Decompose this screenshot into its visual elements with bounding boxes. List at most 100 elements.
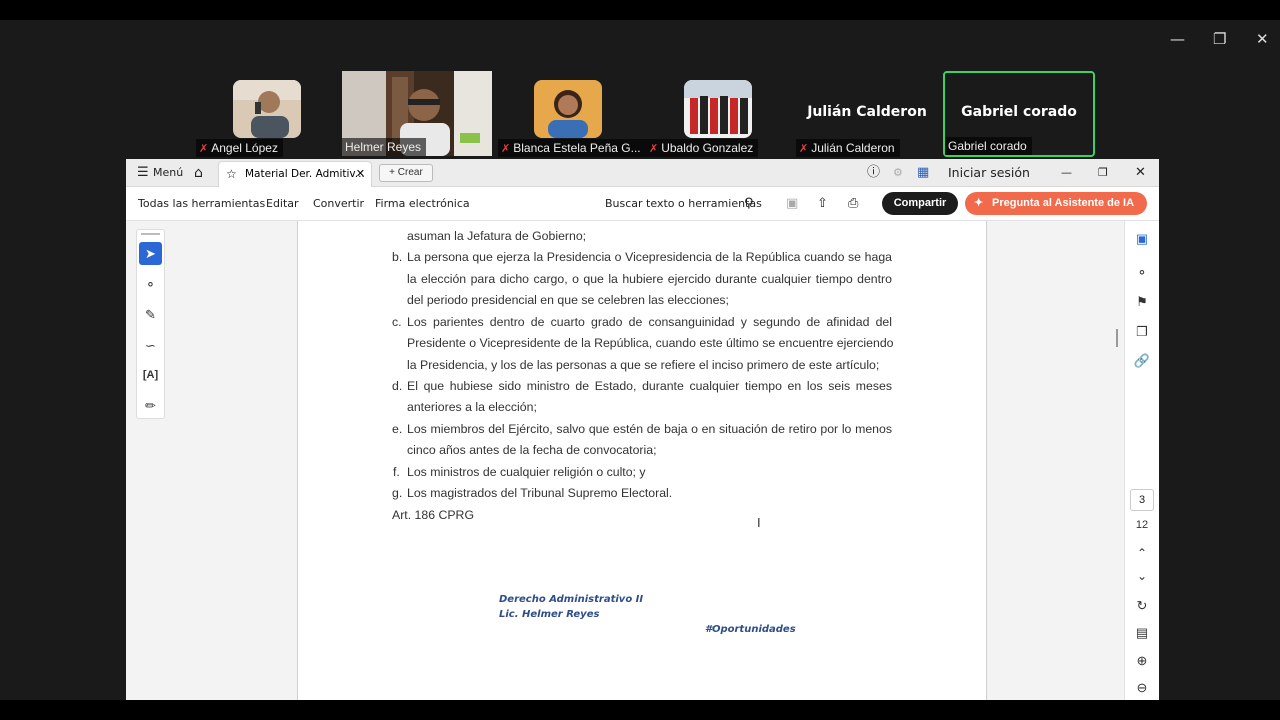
total-pages: 12 <box>1135 519 1149 531</box>
tab-document[interactable]: ☆ Material Der. Admitiv... ✕ <box>218 161 372 187</box>
footer-hashtag: #Oportunidades <box>705 624 796 635</box>
search-icon[interactable]: ⚲ <box>744 187 754 221</box>
ai-summary-icon[interactable]: ▣ <box>1125 231 1159 247</box>
zoom-out-icon[interactable]: ⊖ <box>1125 680 1159 696</box>
footer-course: Derecho Administrativo II <box>499 594 644 605</box>
participant-tile[interactable]: ✗ Ubaldo Gonzalez <box>646 71 764 157</box>
ai-assistant-button[interactable]: ✦ Pregunta al Asistente de IA <box>965 192 1147 215</box>
draw-freehand-icon[interactable]: ∽ <box>139 334 162 357</box>
participant-name: Blanca Estela Peña G... <box>513 141 641 155</box>
pages-thumbnails-icon[interactable]: ❐ <box>1125 324 1159 340</box>
avatar <box>684 80 752 138</box>
doc-line: la elección para dicho cargo, o que la h… <box>407 272 892 286</box>
panel-grip[interactable] <box>141 233 160 235</box>
participant-name: Angel López <box>211 141 278 155</box>
ai-chat-icon: ✦ <box>974 197 984 209</box>
hamburger-icon[interactable]: ☰ <box>137 159 149 187</box>
add-comment-icon[interactable]: ⚬ <box>139 273 162 296</box>
convert-button[interactable]: Convertir <box>313 187 364 221</box>
participant-tile[interactable]: Helmer Reyes <box>342 71 492 156</box>
avatar <box>233 80 301 138</box>
doc-line: asuman la Jefatura de Gobierno; <box>407 229 587 243</box>
participant-tile[interactable]: Julián Calderon ✗ Julián Calderon <box>796 71 938 157</box>
home-icon[interactable]: ⌂ <box>194 159 203 187</box>
bookmarks-icon[interactable]: ⚑ <box>1125 294 1159 310</box>
screen: — ❐ ✕ ✗ Angel López Helmer Reyes ✗ Blanca … <box>0 0 1280 720</box>
participant-name: Ubaldo Gonzalez <box>661 141 754 155</box>
list-marker: f. <box>393 465 400 479</box>
scrollbar-thumb[interactable] <box>1116 329 1118 347</box>
mic-muted-icon: ✗ <box>799 143 809 155</box>
tab-title: Material Der. Admitiv... <box>245 168 365 180</box>
doc-line: Los miembros del Ejército, salvo que est… <box>407 422 892 436</box>
signature-icon[interactable]: ✏ <box>139 394 162 417</box>
toolbar: Todas las herramientas Editar Convertir … <box>126 187 1159 221</box>
doc-line: El que hubiese sido ministro de Estado, … <box>407 379 892 393</box>
restore-icon[interactable]: ❐ <box>1213 30 1226 48</box>
quick-tools-panel: ➤ ⚬ ✎ ∽ [A] ✏ <box>136 229 165 419</box>
text-cursor-icon: I <box>757 515 761 530</box>
close-icon[interactable]: ✕ <box>1256 30 1269 48</box>
zoom-in-icon[interactable]: ⊕ <box>1125 653 1159 669</box>
participant-display-name: Julián Calderon <box>807 104 927 120</box>
list-marker: b. <box>392 250 403 264</box>
current-page-input[interactable]: 3 <box>1130 489 1154 511</box>
list-marker: c. <box>392 315 402 329</box>
share-button[interactable]: Compartir <box>882 192 958 215</box>
window-close-icon[interactable]: ✕ <box>1135 159 1146 187</box>
page-fit-icon[interactable]: ▤ <box>1125 625 1159 641</box>
list-marker: d. <box>392 379 403 393</box>
close-tab-icon[interactable]: ✕ <box>356 167 365 180</box>
mic-muted-icon: ✗ <box>501 143 511 155</box>
edit-button[interactable]: Editar <box>266 187 299 221</box>
participant-display-name: Gabriel corado <box>961 104 1077 120</box>
participant-tile[interactable]: ✗ Blanca Estela Peña G... <box>498 71 646 157</box>
window-minimize-icon[interactable]: — <box>1061 159 1072 187</box>
doc-line: La persona que ejerza la Presidencia o V… <box>407 250 892 264</box>
help-icon[interactable]: ⓘ <box>867 159 880 187</box>
avatar <box>534 80 602 138</box>
highlight-pen-icon[interactable]: ✎ <box>139 303 162 326</box>
mic-muted-icon: ✗ <box>199 143 209 155</box>
text-box-icon[interactable]: [A] <box>139 364 162 387</box>
print-icon[interactable]: ⎙ <box>848 187 858 221</box>
participant-name: Helmer Reyes <box>345 140 422 154</box>
doc-line: Los magistrados del Tribunal Supremo Ele… <box>407 486 673 500</box>
previous-page-icon[interactable]: ⌃ <box>1125 546 1159 560</box>
doc-line: anteriores a la elección; <box>407 400 537 414</box>
tab-bar: ☰ Menú ⌂ ☆ Material Der. Admitiv... ✕ + … <box>126 159 1159 187</box>
select-cursor-icon[interactable]: ➤ <box>139 242 162 265</box>
pdf-viewer-window: ☰ Menú ⌂ ☆ Material Der. Admitiv... ✕ + … <box>126 159 1159 700</box>
bell-icon[interactable]: ⚙ <box>893 159 903 187</box>
list-marker: g. <box>392 486 403 500</box>
menu-button[interactable]: Menú <box>153 159 183 187</box>
attachments-icon[interactable]: 🔗 <box>1125 353 1159 369</box>
right-side-panel: ▣ ⚬ ⚑ ❐ 🔗 3 12 ⌃ ⌄ ↻ ▤ ⊕ ⊖ <box>1124 221 1159 700</box>
all-tools-button[interactable]: Todas las herramientas <box>138 187 265 221</box>
star-icon[interactable]: ☆ <box>226 167 237 181</box>
apps-grid-icon[interactable]: ▦ <box>917 159 929 187</box>
next-page-icon[interactable]: ⌄ <box>1125 569 1159 583</box>
participant-tile-active[interactable]: Gabriel corado Gabriel corado <box>943 71 1095 157</box>
participant-tile[interactable]: ✗ Angel López <box>196 71 304 157</box>
doc-line: del periodo presidencial en que se celeb… <box>407 293 729 307</box>
esign-button[interactable]: Firma electrónica <box>375 187 470 221</box>
doc-line: cinco años antes de la fecha de convocat… <box>407 443 657 457</box>
sign-in-link[interactable]: Iniciar sesión <box>948 159 1030 187</box>
upload-icon[interactable]: ⇧ <box>817 187 828 221</box>
ai-assistant-label: Pregunta al Asistente de IA <box>992 197 1135 209</box>
comments-icon[interactable]: ⚬ <box>1125 265 1159 281</box>
pdf-page: asuman la Jefatura de Gobierno; b. La pe… <box>297 221 987 700</box>
create-button[interactable]: + Crear <box>379 164 433 182</box>
footer-teacher: Lic. Helmer Reyes <box>499 609 600 620</box>
doc-line: Los parientes dentro de cuarto grado de … <box>407 315 892 329</box>
window-restore-icon[interactable]: ❐ <box>1098 159 1108 187</box>
participant-name: Gabriel corado <box>948 139 1027 153</box>
minimize-icon[interactable]: — <box>1170 30 1185 48</box>
search-tools-input[interactable]: Buscar texto o herramientas <box>605 187 762 221</box>
document-workspace: ➤ ⚬ ✎ ∽ [A] ✏ asuman la Jefatura de Gobi… <box>126 221 1159 700</box>
save-icon[interactable]: ▣ <box>786 187 798 221</box>
rotate-icon[interactable]: ↻ <box>1125 598 1159 614</box>
article-reference: Art. 186 CPRG <box>392 508 475 522</box>
doc-line: la Presidencia, y los de las personas a … <box>407 358 880 372</box>
